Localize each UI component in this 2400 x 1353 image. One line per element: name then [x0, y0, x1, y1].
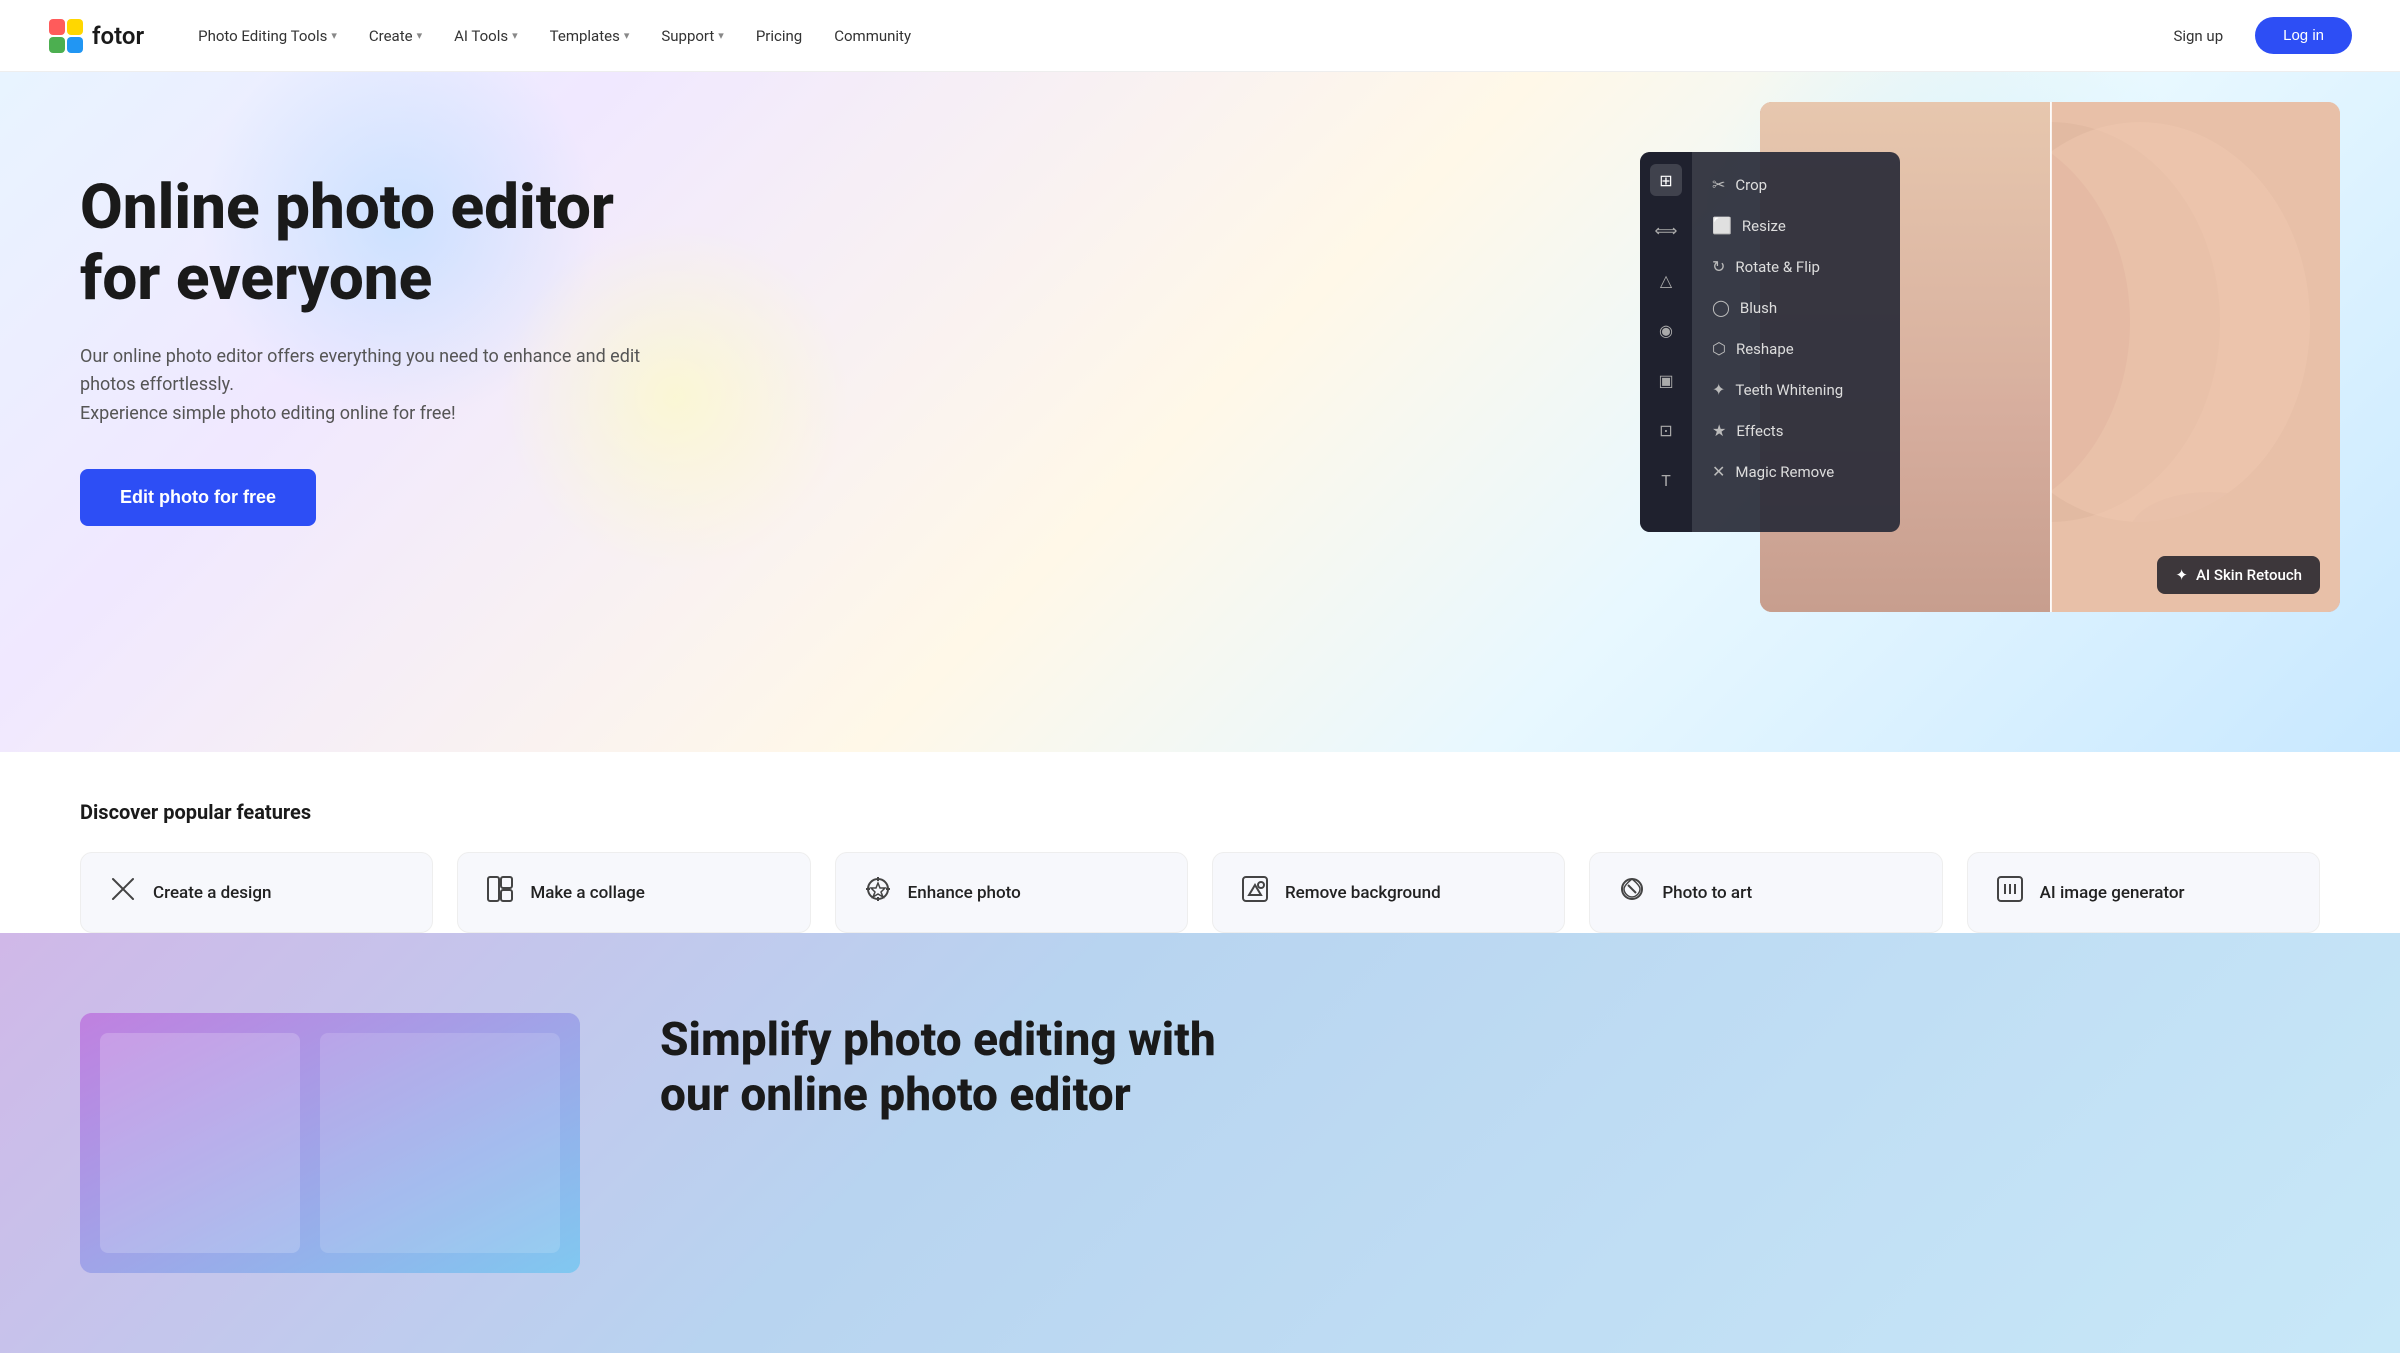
- nav-community[interactable]: Community: [820, 19, 925, 53]
- blush-icon: ◯: [1712, 298, 1730, 317]
- enhance-photo-icon: [864, 875, 892, 910]
- bottom-photo-preview: [80, 1013, 580, 1273]
- menu-effects[interactable]: ★ Effects: [1692, 410, 1863, 451]
- edit-photo-button[interactable]: Edit photo for free: [80, 469, 316, 526]
- features-title: Discover popular features: [80, 800, 2320, 824]
- editor-toolbar: ⊞ ⟺ △ ◉ ▣ ⊡ T ✂ Crop ⬜: [1640, 152, 1900, 532]
- ai-image-gen-icon: [1996, 875, 2024, 910]
- reshape-icon: ⬡: [1712, 339, 1726, 358]
- nav-auth: Sign up Log in: [2157, 17, 2352, 54]
- chevron-down-icon: ▾: [512, 29, 518, 42]
- create-design-icon: [109, 875, 137, 910]
- toolbar-text-icon[interactable]: T: [1650, 464, 1682, 496]
- remove-background-icon: [1241, 875, 1269, 910]
- feature-remove-background[interactable]: Remove background: [1212, 852, 1565, 933]
- toolbar-icon-strip: ⊞ ⟺ △ ◉ ▣ ⊡ T: [1640, 152, 1692, 532]
- menu-magic-remove[interactable]: ✕ Magic Remove: [1692, 451, 1863, 492]
- feature-create-design-label: Create a design: [153, 883, 271, 903]
- features-section: Discover popular features Create a desig…: [0, 752, 2400, 933]
- effects-icon: ★: [1712, 421, 1726, 440]
- resize-icon: ⬜: [1712, 216, 1732, 235]
- hero-title: Online photo editor for everyone: [80, 172, 670, 315]
- bottom-text-block: Simplify photo editing with our online p…: [660, 1013, 1260, 1123]
- make-collage-icon: [486, 875, 514, 910]
- menu-teeth[interactable]: ✦ Teeth Whitening: [1692, 369, 1863, 410]
- chevron-down-icon: ▾: [331, 29, 337, 42]
- feature-create-design[interactable]: Create a design: [80, 852, 433, 933]
- hero-editor-preview: ✦ AI Skin Retouch ⊞ ⟺ △ ◉ ▣ ⊡ T: [1640, 102, 2340, 622]
- menu-resize[interactable]: ⬜ Resize: [1692, 205, 1863, 246]
- chevron-down-icon: ▾: [624, 29, 630, 42]
- crop-icon: ✂: [1712, 175, 1725, 194]
- feature-make-collage-label: Make a collage: [530, 883, 645, 903]
- nav-templates[interactable]: Templates ▾: [536, 19, 644, 53]
- toolbar-crop-icon[interactable]: ▣: [1650, 364, 1682, 396]
- toolbar-group-icon[interactable]: ⊡: [1650, 414, 1682, 446]
- ai-icon: ✦: [2175, 566, 2188, 584]
- chevron-down-icon: ▾: [718, 29, 724, 42]
- feature-photo-to-art-label: Photo to art: [1662, 883, 1752, 903]
- editor-mockup: ✦ AI Skin Retouch ⊞ ⟺ △ ◉ ▣ ⊡ T: [1640, 102, 2340, 622]
- feature-photo-to-art[interactable]: Photo to art: [1589, 852, 1942, 933]
- photo-to-art-icon: [1618, 875, 1646, 910]
- nav-create[interactable]: Create ▾: [355, 19, 436, 53]
- feature-make-collage[interactable]: Make a collage: [457, 852, 810, 933]
- feature-enhance-photo-label: Enhance photo: [908, 883, 1021, 903]
- hero-content: Online photo editor for everyone Our onl…: [0, 152, 750, 546]
- menu-crop[interactable]: ✂ Crop: [1692, 164, 1863, 205]
- toolbar-menu-items: ✂ Crop ⬜ Resize ↻ Rotate & Flip ◯: [1692, 152, 1863, 532]
- bottom-title: Simplify photo editing with our online p…: [660, 1013, 1260, 1123]
- toolbar-eye-icon[interactable]: ◉: [1650, 314, 1682, 346]
- nav-pricing[interactable]: Pricing: [742, 19, 816, 53]
- rotate-icon: ↻: [1712, 257, 1725, 276]
- brand-name: fotor: [92, 22, 144, 50]
- toolbar-beauty-icon[interactable]: △: [1650, 264, 1682, 296]
- ai-skin-retouch-badge: ✦ AI Skin Retouch: [2157, 556, 2320, 594]
- nav-ai-tools[interactable]: AI Tools ▾: [440, 19, 532, 53]
- login-button[interactable]: Log in: [2255, 17, 2352, 54]
- menu-rotate[interactable]: ↻ Rotate & Flip: [1692, 246, 1863, 287]
- teeth-icon: ✦: [1712, 380, 1725, 399]
- fotor-logo-icon: [48, 18, 84, 54]
- feature-enhance-photo[interactable]: Enhance photo: [835, 852, 1188, 933]
- feature-ai-image-gen-label: AI image generator: [2040, 883, 2185, 903]
- nav-links: Photo Editing Tools ▾ Create ▾ AI Tools …: [184, 19, 2157, 53]
- feature-ai-image-gen[interactable]: AI image generator: [1967, 852, 2320, 933]
- signup-button[interactable]: Sign up: [2157, 19, 2239, 53]
- nav-photo-editing[interactable]: Photo Editing Tools ▾: [184, 19, 351, 53]
- magic-icon: ✕: [1712, 462, 1725, 481]
- menu-blush[interactable]: ◯ Blush: [1692, 287, 1863, 328]
- hero-subtitle: Our online photo editor offers everythin…: [80, 343, 660, 429]
- hero-section: Online photo editor for everyone Our onl…: [0, 72, 2400, 752]
- bottom-section: Simplify photo editing with our online p…: [0, 933, 2400, 1353]
- nav-support[interactable]: Support ▾: [647, 19, 737, 53]
- feature-remove-bg-label: Remove background: [1285, 883, 1441, 903]
- toolbar-adjust-icon[interactable]: ⟺: [1650, 214, 1682, 246]
- logo[interactable]: fotor: [48, 18, 144, 54]
- menu-reshape[interactable]: ⬡ Reshape: [1692, 328, 1863, 369]
- toolbar-grid-icon[interactable]: ⊞: [1650, 164, 1682, 196]
- navbar: fotor Photo Editing Tools ▾ Create ▾ AI …: [0, 0, 2400, 72]
- features-grid: Create a design Make a collage: [80, 852, 2320, 933]
- chevron-down-icon: ▾: [417, 29, 423, 42]
